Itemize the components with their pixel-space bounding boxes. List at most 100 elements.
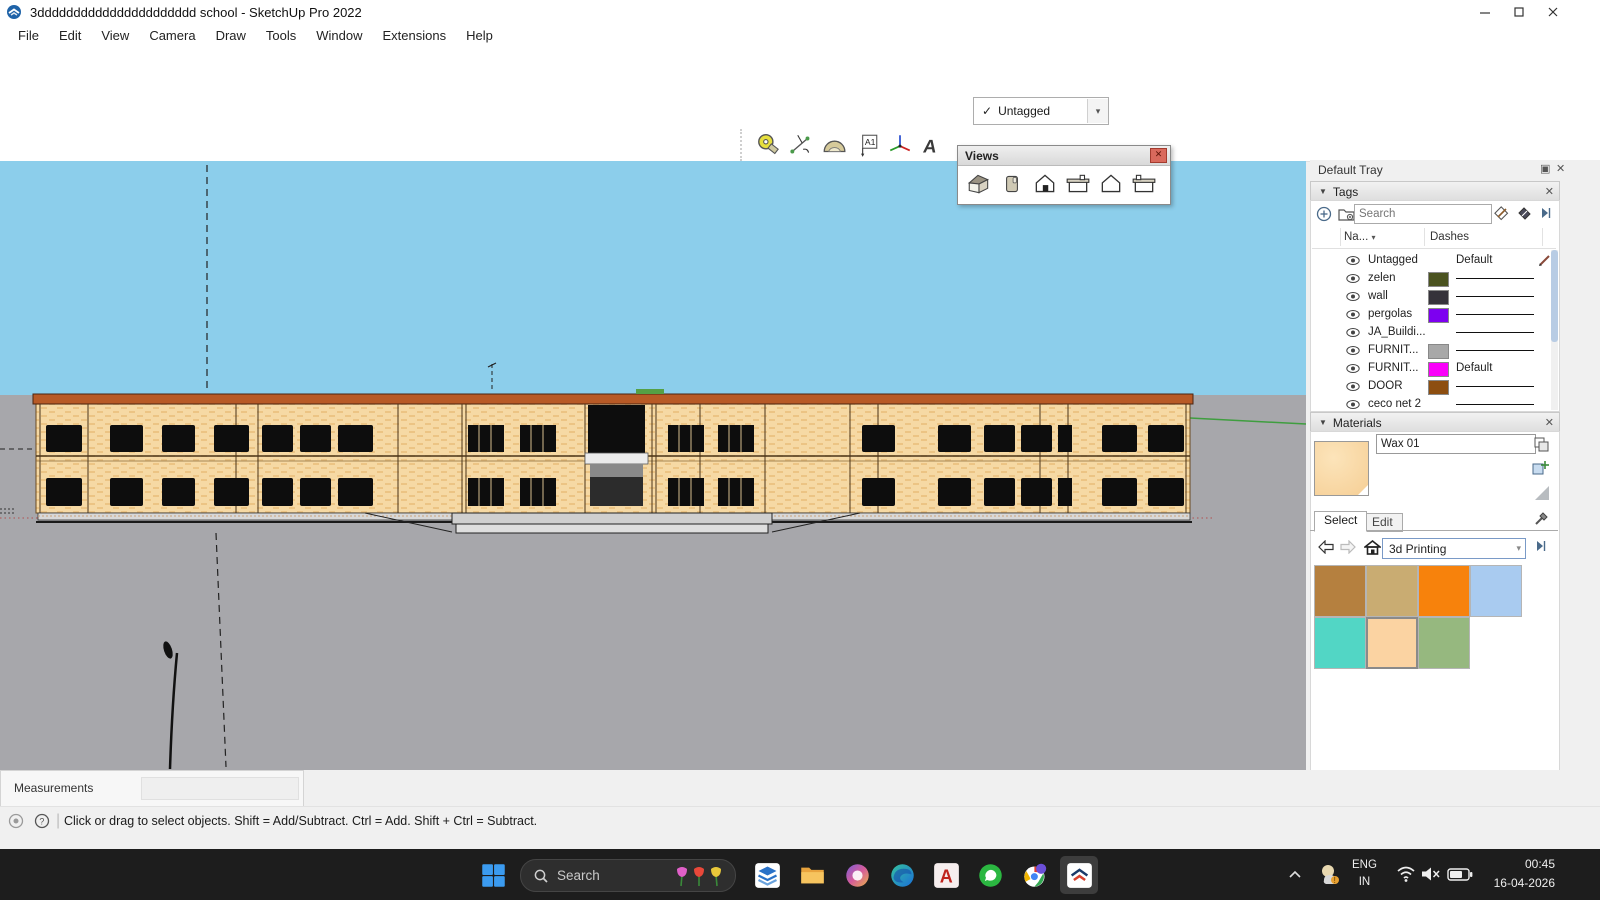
name-column-header[interactable]: Na... ▾ (1344, 231, 1376, 243)
menu-extensions[interactable]: Extensions (373, 26, 457, 45)
visibility-eye-icon[interactable] (1346, 309, 1360, 323)
front-view-button[interactable] (1028, 168, 1061, 199)
views-close-icon[interactable]: ✕ (1150, 148, 1167, 163)
tray-chevron-up-icon[interactable] (1288, 867, 1302, 885)
minimize-button[interactable] (1468, 1, 1502, 23)
material-swatch[interactable] (1470, 565, 1522, 617)
dash-style[interactable] (1456, 386, 1534, 387)
materials-close-icon[interactable]: ✕ (1545, 416, 1554, 429)
tag-row[interactable]: pergolas (1310, 306, 1550, 324)
dash-style[interactable] (1456, 296, 1534, 297)
purge-tags-icon[interactable] (1517, 206, 1533, 224)
tape-measure-icon[interactable] (751, 127, 784, 163)
visibility-eye-icon[interactable] (1346, 291, 1360, 305)
close-button[interactable] (1536, 1, 1570, 23)
dashes-column-header[interactable]: Dashes (1430, 231, 1469, 243)
text-icon[interactable]: A1 (850, 127, 883, 163)
geolocation-icon[interactable] (8, 813, 24, 834)
school-building[interactable] (33, 389, 1193, 533)
in-model-home-icon[interactable] (1362, 537, 1382, 557)
material-swatch[interactable] (1418, 565, 1470, 617)
menu-window[interactable]: Window (306, 26, 372, 45)
visibility-eye-icon[interactable] (1346, 399, 1360, 410)
tags-close-icon[interactable]: ✕ (1545, 185, 1554, 198)
autocad-icon[interactable]: A (927, 856, 965, 894)
sample-paint-eyedropper-icon[interactable] (1534, 511, 1549, 529)
whatsapp-icon[interactable] (971, 856, 1009, 894)
taskbar-search[interactable]: Search (520, 859, 736, 892)
battery-icon[interactable] (1447, 868, 1473, 886)
tag-color-swatch[interactable] (1428, 272, 1449, 287)
tag-row[interactable]: zelen (1310, 270, 1550, 288)
3d-text-icon[interactable]: A (916, 127, 949, 163)
menu-file[interactable]: File (8, 26, 49, 45)
right-view-button[interactable] (1061, 168, 1094, 199)
left-view-button[interactable] (1127, 168, 1160, 199)
language-indicator[interactable]: ENG IN (1352, 857, 1377, 890)
scrollbar-thumb[interactable] (1551, 250, 1558, 342)
add-tag-icon[interactable] (1316, 206, 1332, 225)
menu-edit[interactable]: Edit (49, 26, 91, 45)
menu-view[interactable]: View (91, 26, 139, 45)
dash-style[interactable] (1456, 350, 1534, 351)
volume-muted-icon[interactable] (1421, 866, 1441, 887)
tag-row[interactable]: Untagged Default (1310, 252, 1550, 270)
taskbar-clock[interactable]: 00:45 16-04-2026 (1494, 855, 1555, 892)
visibility-eye-icon[interactable] (1346, 273, 1360, 287)
tags-scrollbar[interactable] (1551, 250, 1558, 410)
tag-color-swatch[interactable] (1428, 380, 1449, 395)
chevron-down-icon[interactable]: ▾ (1087, 99, 1108, 123)
tag-search-input[interactable] (1354, 204, 1492, 224)
tag-color-swatch[interactable] (1428, 290, 1449, 305)
tray-close-icon[interactable]: ✕ (1556, 162, 1565, 175)
tag-row[interactable]: FURNIT... Default (1310, 360, 1550, 378)
weather-tray-icon[interactable]: ! (1318, 861, 1344, 892)
visibility-eye-icon[interactable] (1346, 327, 1360, 341)
dash-style[interactable] (1456, 404, 1534, 405)
dimension-icon[interactable] (784, 127, 817, 163)
material-swatch[interactable] (1418, 617, 1470, 669)
visibility-eye-icon[interactable] (1346, 345, 1360, 359)
dash-style[interactable] (1456, 332, 1534, 333)
menu-draw[interactable]: Draw (206, 26, 256, 45)
secondary-pane-icon[interactable] (1534, 437, 1549, 455)
menu-tools[interactable]: Tools (256, 26, 306, 45)
visibility-eye-icon[interactable] (1346, 255, 1360, 269)
copilot-icon[interactable] (838, 856, 876, 894)
chrome-icon[interactable] (1016, 856, 1054, 894)
tags-details-icon[interactable] (1539, 206, 1553, 223)
tag-row[interactable]: FURNIT... (1310, 342, 1550, 360)
material-swatch-selected[interactable] (1366, 617, 1418, 669)
menu-camera[interactable]: Camera (139, 26, 205, 45)
materials-details-icon[interactable] (1534, 539, 1548, 556)
toolbar-handle[interactable] (740, 129, 748, 161)
material-swatch[interactable] (1314, 617, 1366, 669)
create-material-icon[interactable] (1532, 460, 1549, 479)
pin-icon[interactable]: ▣ (1540, 162, 1550, 175)
layers-app-icon[interactable] (748, 856, 786, 894)
start-button[interactable] (474, 856, 512, 894)
help-icon[interactable]: ? (34, 813, 50, 834)
active-tag-dropdown[interactable]: ✓ Untagged ▾ (973, 97, 1109, 125)
materials-section-header[interactable]: ▼ Materials ✕ (1310, 412, 1560, 433)
protractor-icon[interactable] (817, 127, 850, 163)
wifi-icon[interactable] (1396, 865, 1416, 888)
tag-row[interactable]: wall (1310, 288, 1550, 306)
tag-row[interactable]: DOOR (1310, 378, 1550, 396)
collapse-triangle-icon[interactable]: ▼ (1319, 187, 1327, 196)
tag-color-swatch[interactable] (1428, 308, 1449, 323)
material-preview[interactable] (1314, 441, 1369, 496)
dash-style[interactable] (1456, 278, 1534, 279)
menu-help[interactable]: Help (456, 26, 503, 45)
edit-tag-icon[interactable] (1494, 206, 1511, 224)
visibility-eye-icon[interactable] (1346, 363, 1360, 377)
maximize-button[interactable] (1502, 1, 1536, 23)
edge-icon[interactable] (883, 856, 921, 894)
dash-style[interactable] (1456, 314, 1534, 315)
sketchup-app-icon-active[interactable] (1060, 856, 1098, 894)
visibility-eye-icon[interactable] (1346, 381, 1360, 395)
tag-row[interactable]: JA_Buildi... (1310, 324, 1550, 342)
drag-handle-triangle-icon[interactable] (1534, 485, 1550, 504)
tag-color-swatch[interactable] (1428, 362, 1449, 377)
materials-select-tab[interactable]: Select (1314, 511, 1367, 532)
